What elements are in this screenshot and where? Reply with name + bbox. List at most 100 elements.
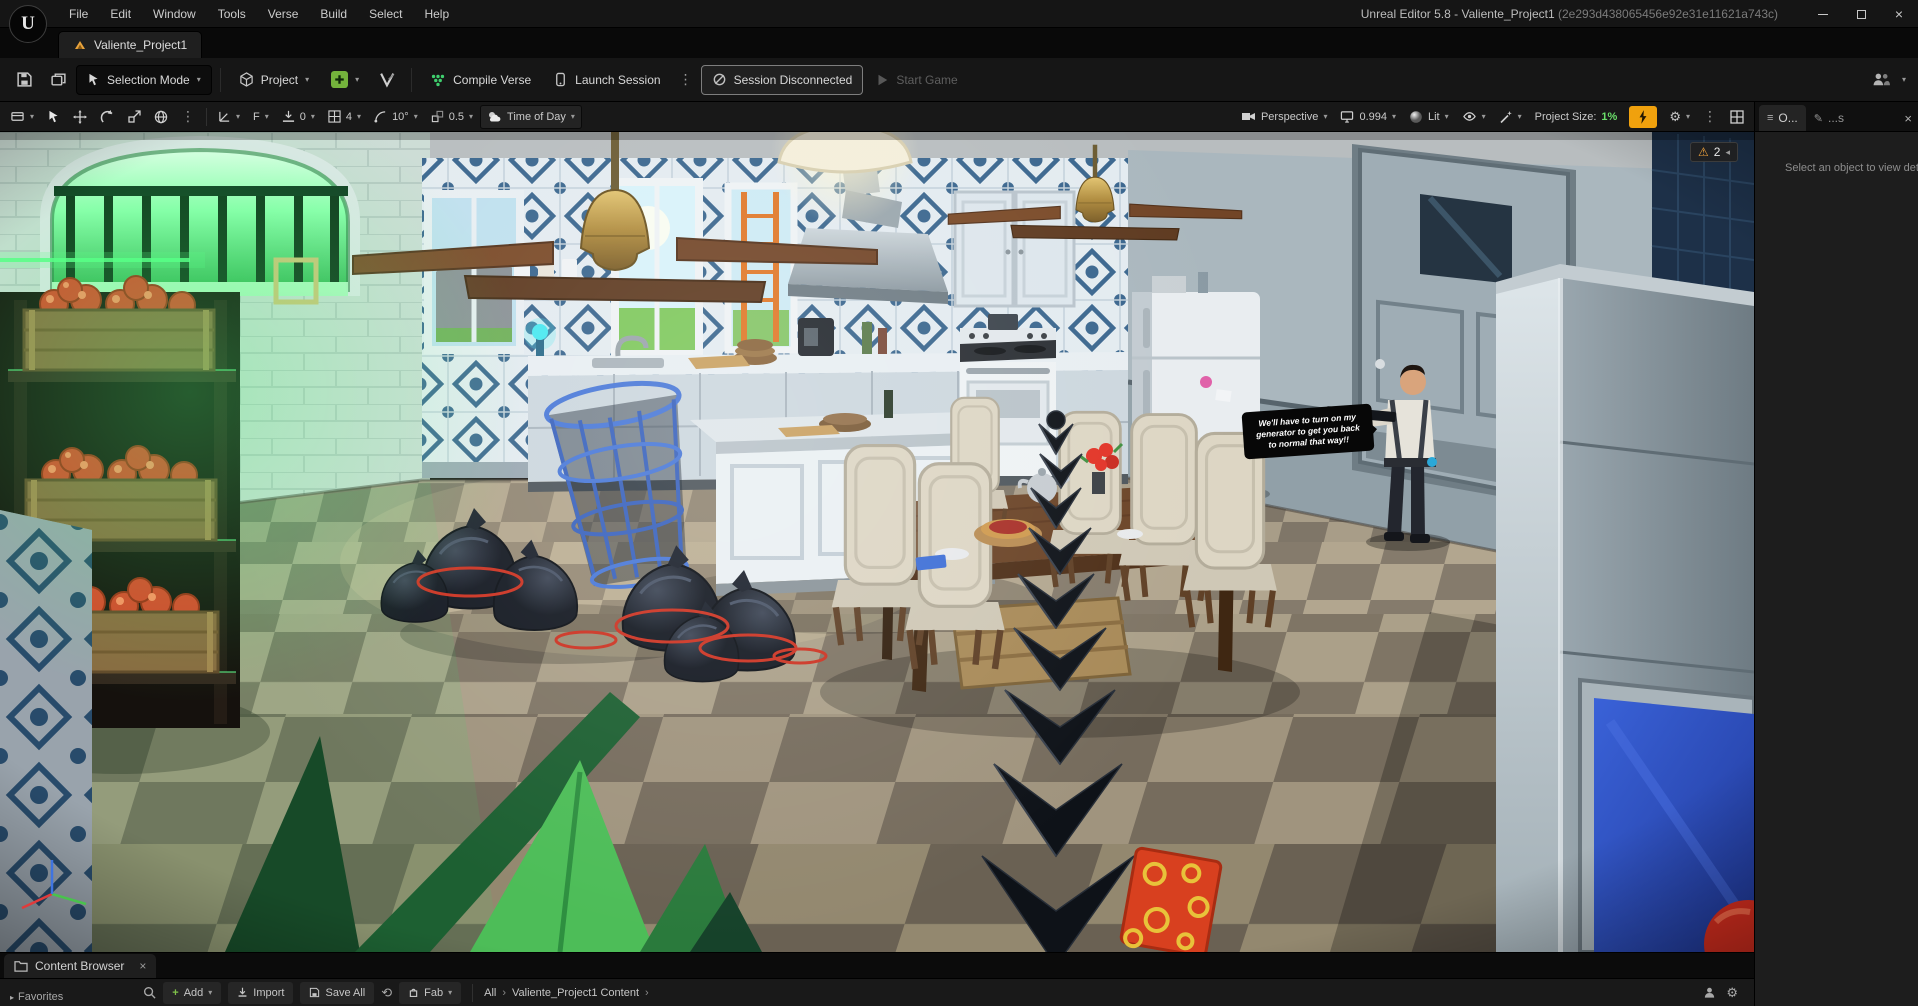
- warning-icon: ⚠: [1698, 145, 1709, 159]
- warning-collapse-arrow[interactable]: ◂: [1725, 147, 1730, 158]
- eye-icon: [1462, 112, 1476, 121]
- start-game-button[interactable]: Start Game: [865, 65, 967, 95]
- content-browser-tab-row: Content Browser ×: [0, 952, 1754, 978]
- rotation-snap-icon: [374, 111, 386, 123]
- maximize-button[interactable]: [1842, 0, 1880, 28]
- tab-outliner[interactable]: ≡ O...: [1759, 105, 1806, 131]
- import-button[interactable]: Import: [228, 981, 294, 1004]
- lit-sphere-icon: [1410, 110, 1422, 123]
- window-controls: ×: [1804, 0, 1918, 28]
- menu-verse[interactable]: Verse: [257, 0, 310, 28]
- multiplayer-users-dropdown[interactable]: [1866, 64, 1898, 96]
- fab-icon: [409, 988, 418, 998]
- grid-snap-dropdown[interactable]: 4 ▾: [322, 105, 367, 129]
- main-toolbar: Selection Mode ▾ Project ▾ ▾ Compile Verse…: [0, 58, 1918, 102]
- menu-file[interactable]: File: [58, 0, 99, 28]
- minimize-button[interactable]: [1804, 0, 1842, 28]
- save-all-button[interactable]: Save All: [300, 981, 375, 1004]
- viewport-warning-badge[interactable]: ⚠ 2 ◂: [1690, 142, 1738, 162]
- globe-icon: [154, 110, 168, 123]
- close-button[interactable]: ×: [1880, 0, 1918, 28]
- visibility-dropdown[interactable]: ▾: [1456, 105, 1492, 129]
- fab-button[interactable]: Fab ▾: [399, 981, 462, 1004]
- world-local-toggle[interactable]: [148, 105, 174, 129]
- project-level-tab[interactable]: Valiente_Project1: [58, 31, 203, 58]
- level-viewport[interactable]: ⚠ 2 ◂ We'll have to turn on my generator…: [0, 132, 1754, 952]
- npc-speech-bubble: We'll have to turn on my generator to ge…: [1241, 403, 1375, 460]
- session-options-kebab[interactable]: ⋮: [673, 71, 699, 88]
- time-of-day-dropdown[interactable]: Time of Day ▾: [480, 104, 582, 129]
- move-tool-button[interactable]: [67, 105, 93, 129]
- content-browser-tab[interactable]: Content Browser ×: [4, 954, 157, 978]
- launch-session-icon: [556, 72, 566, 87]
- content-browser-close-icon[interactable]: ×: [139, 959, 146, 973]
- surface-snap-icon: [282, 110, 294, 122]
- select-tool-button[interactable]: [41, 105, 66, 129]
- show-flags-dropdown[interactable]: ▾: [1493, 105, 1528, 129]
- save-all-icon: [310, 987, 320, 998]
- back-button[interactable]: ⟲: [381, 985, 392, 1001]
- save-button[interactable]: [8, 64, 40, 96]
- window-title: Unreal Editor 5.8 - Valiente_Project1 (2…: [1360, 6, 1778, 21]
- menu-tools[interactable]: Tools: [207, 0, 257, 28]
- lit-mode-dropdown[interactable]: Lit ▾: [1403, 105, 1455, 129]
- select-cursor-icon: [49, 110, 58, 123]
- tab-details[interactable]: ✎ ...s: [1806, 105, 1852, 131]
- favorites-section[interactable]: ▸ Favorites: [10, 991, 63, 1003]
- viewport-options-dropdown[interactable]: ▾: [4, 105, 40, 129]
- scale-tool-button[interactable]: [121, 105, 147, 129]
- compile-verse-button[interactable]: Compile Verse: [420, 65, 541, 95]
- viewport-scene[interactable]: [0, 132, 1754, 952]
- gear-icon: ⚙: [1669, 108, 1681, 124]
- title-bar: U File Edit Window Tools Verse Build Sel…: [0, 0, 1918, 43]
- cb-separator: [472, 983, 474, 1002]
- breadcrumb: All › Valiente_Project1 Content ›: [484, 986, 649, 999]
- disconnected-icon: [713, 73, 725, 86]
- project-dropdown[interactable]: Project ▾: [229, 65, 319, 95]
- browse-content-button[interactable]: [42, 64, 74, 96]
- verse-button[interactable]: [371, 64, 403, 96]
- pencil-icon: ✎: [1813, 112, 1823, 125]
- add-content-dropdown[interactable]: ▾: [321, 65, 369, 95]
- transform-kebab[interactable]: ⋮: [175, 108, 201, 125]
- details-empty-message: Select an object to view det: [1785, 162, 1918, 174]
- menu-help[interactable]: Help: [413, 0, 460, 28]
- search-icon[interactable]: [143, 986, 156, 999]
- panel-close-icon[interactable]: ×: [1904, 112, 1912, 125]
- surface-snap-dropdown[interactable]: 0 ▾: [276, 105, 321, 129]
- level-icon: [75, 41, 85, 49]
- users-icon: [1874, 73, 1891, 86]
- toolbar-separator: [219, 67, 221, 92]
- window-title-guid: (2e293d438065456e92e31e11621a743c): [1558, 6, 1778, 21]
- breadcrumb-all[interactable]: All: [484, 987, 496, 999]
- quad-view-button[interactable]: [1724, 105, 1750, 129]
- project-size-indicator[interactable]: Project Size: 1%: [1529, 105, 1624, 129]
- rotate-tool-button[interactable]: [94, 105, 120, 129]
- memory-boost-button[interactable]: [1629, 105, 1658, 128]
- breadcrumb-project-content[interactable]: Valiente_Project1 Content: [512, 987, 639, 999]
- cb-settings-gear-icon[interactable]: ⚙: [1726, 985, 1738, 1001]
- menu-select[interactable]: Select: [358, 0, 413, 28]
- rotation-snap-dropdown[interactable]: 10° ▾: [368, 105, 424, 129]
- perspective-dropdown[interactable]: Perspective ▾: [1235, 105, 1334, 129]
- viewport-settings-dropdown[interactable]: ⚙ ▾: [1663, 105, 1696, 129]
- add-content-icon: [331, 71, 349, 88]
- add-button[interactable]: + Add ▾: [163, 981, 222, 1004]
- screen-percentage-dropdown[interactable]: 0.994 ▾: [1334, 105, 1402, 129]
- menu-build[interactable]: Build: [309, 0, 358, 28]
- menu-window[interactable]: Window: [142, 0, 207, 28]
- rotate-icon: [100, 109, 113, 123]
- outliner-panel-header: ≡ O... ✎ ...s ×: [1755, 102, 1918, 132]
- lightning-icon: [1639, 109, 1647, 124]
- launch-session-button[interactable]: Launch Session: [543, 65, 670, 95]
- viewport-kebab[interactable]: ⋮: [1697, 108, 1723, 125]
- menu-edit[interactable]: Edit: [99, 0, 142, 28]
- camera-speed-button[interactable]: F ▾: [247, 105, 275, 129]
- session-disconnected-button[interactable]: Session Disconnected: [700, 64, 864, 95]
- snap-cycle-dropdown[interactable]: ▾: [212, 105, 246, 129]
- project-cube-icon: [240, 72, 253, 87]
- user-icon[interactable]: [1703, 986, 1716, 999]
- selection-mode-dropdown[interactable]: Selection Mode ▾: [76, 64, 212, 95]
- angle-icon: [219, 111, 230, 122]
- scale-snap-dropdown[interactable]: 0.5 ▾: [425, 105, 479, 129]
